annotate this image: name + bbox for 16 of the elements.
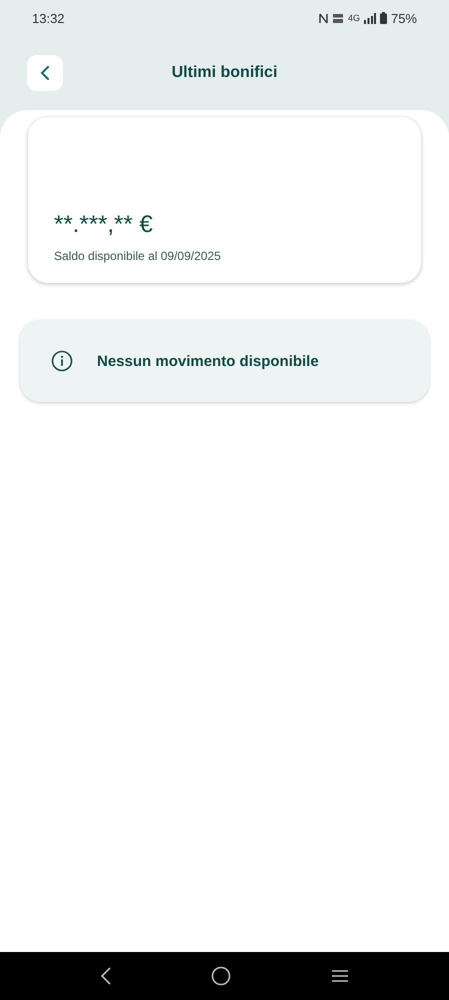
battery-icon: [380, 12, 387, 24]
signal-icon: [364, 12, 376, 24]
back-button[interactable]: [27, 55, 63, 91]
notice-text: Nessun movimento disponibile: [97, 352, 319, 370]
nfc-icon: [318, 12, 328, 24]
battery-level: 75%: [390, 10, 417, 26]
page-title: Ultimi bonifici: [172, 64, 278, 82]
balance-caption: Saldo disponibile al 09/09/2025: [54, 249, 222, 263]
balance-amount: **.***,** €: [54, 211, 154, 239]
network-type: 4G: [348, 13, 360, 23]
info-icon: [51, 350, 73, 372]
back-nav-icon[interactable]: [100, 966, 112, 986]
menu-nav-icon[interactable]: [331, 969, 350, 983]
chevron-left-icon: [40, 66, 50, 80]
status-time: 13:32: [32, 10, 65, 26]
home-nav-icon[interactable]: [211, 966, 232, 986]
